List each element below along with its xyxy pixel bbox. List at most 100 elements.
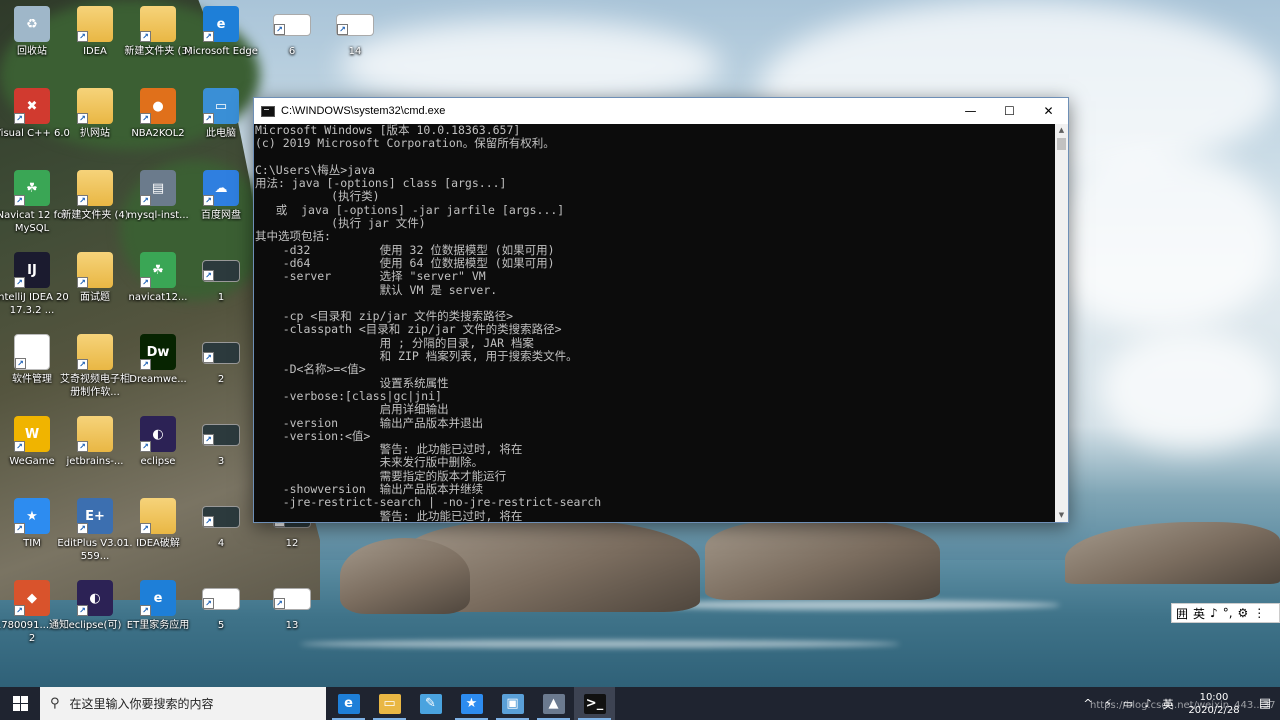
desktop-icon[interactable]: ↗ 13	[254, 580, 330, 632]
dreamweaver-icon: Dw ↗	[140, 334, 176, 370]
console-line: 用法: java [-options] class [args...]	[255, 176, 507, 191]
desktop-icon-label: Microsoft Edge	[184, 46, 258, 57]
maximize-button[interactable]: ☐	[990, 98, 1029, 124]
ime-settings-icon[interactable]: ⚙	[1238, 606, 1249, 620]
console-line: -d64 使用 64 位数据模型 (如果可用)	[255, 255, 555, 270]
desktop-icon[interactable]: ↗ 5	[183, 580, 259, 632]
wegame-icon: W ↗	[14, 416, 50, 452]
desktop-icon[interactable]: ↗ 14	[317, 6, 393, 58]
wallpaper-foam	[640, 600, 1060, 610]
ime-language-toggle[interactable]: 英	[1193, 605, 1205, 622]
eclipse-icon: ◐ ↗	[77, 580, 113, 616]
start-button[interactable]	[0, 687, 40, 720]
taskbar-app-notepad[interactable]: ✎	[410, 687, 451, 720]
console-line: (执行类)	[255, 189, 380, 204]
desktop-icon[interactable]: ▭ ↗ 此电脑	[183, 88, 259, 140]
shortcut-arrow-icon: ↗	[274, 598, 285, 609]
shortcut-arrow-icon: ↗	[77, 195, 88, 206]
ime-mode-icon[interactable]: 囲	[1176, 605, 1188, 622]
desktop-icon[interactable]: ↗ 3	[183, 416, 259, 468]
scrollbar-thumb[interactable]	[1057, 138, 1066, 150]
ime-more-icon[interactable]: ⋮	[1253, 606, 1265, 620]
image-thumbnail-icon: ↗	[202, 424, 240, 446]
tim-icon: ★	[460, 693, 483, 714]
ime-toolbar[interactable]: 囲 英 ♪ °, ⚙ ⋮	[1171, 603, 1280, 623]
cmd-window[interactable]: C:\WINDOWS\system32\cmd.exe — ☐ ✕ Micros…	[253, 97, 1069, 523]
cmd-icon: >_	[583, 693, 606, 714]
console-line: 需要指定的版本才能运行	[255, 468, 507, 483]
wallpaper-cloud	[1100, 330, 1280, 450]
windows-logo-icon	[12, 696, 28, 711]
close-button[interactable]: ✕	[1029, 98, 1068, 124]
scroll-up-arrow-icon[interactable]: ▲	[1055, 124, 1068, 137]
wallpaper-rock	[1065, 522, 1280, 584]
folder-icon: ↗	[140, 6, 176, 42]
console-line: C:\Users\梅丛>java	[255, 162, 375, 177]
console-line: -version 输出产品版本并退出	[255, 415, 484, 430]
console-line: -showversion 输出产品版本并继续	[255, 482, 484, 497]
eclipse-icon: ◐ ↗	[140, 416, 176, 452]
shortcut-arrow-icon: ↗	[14, 195, 25, 206]
ime-music-icon[interactable]: ♪	[1210, 606, 1218, 620]
edge-icon: e ↗	[203, 6, 239, 42]
taskbar-app-photos[interactable]: ▲	[533, 687, 574, 720]
console-output[interactable]: Microsoft Windows [版本 10.0.18363.657] (c)…	[254, 124, 1055, 522]
folder-icon: ↗	[140, 498, 176, 534]
shortcut-arrow-icon: ↗	[203, 113, 214, 124]
console-icon	[261, 105, 275, 117]
recycle-bin-icon: ♻	[14, 6, 50, 42]
desktop-icon[interactable]: ↗ 2	[183, 334, 259, 386]
console-line: 或 java [-options] -jar jarfile [args...]	[255, 202, 565, 217]
file-explorer-icon: ▭	[378, 693, 401, 714]
cmd-titlebar[interactable]: C:\WINDOWS\system32\cmd.exe — ☐ ✕	[254, 98, 1068, 124]
desktop-icon[interactable]: ↗ 1	[183, 252, 259, 304]
desktop-icon[interactable]: e ↗ Microsoft Edge	[183, 6, 259, 58]
shortcut-arrow-icon: ↗	[77, 113, 88, 124]
taskbar-app-remote-desktop[interactable]: ▣	[492, 687, 533, 720]
taskbar-app-edge[interactable]: e	[328, 687, 369, 720]
search-icon: ⚲	[50, 696, 60, 711]
taskbar-app-tim[interactable]: ★	[451, 687, 492, 720]
shortcut-arrow-icon: ↗	[203, 598, 214, 609]
window-controls: — ☐ ✕	[951, 98, 1068, 124]
desktop-icon[interactable]: ↗ 4	[183, 498, 259, 550]
taskbar: ⚲ 在这里输入你要搜索的内容 e ▭ ✎ ★ ▣ ▲ >_ ^ ⚡ ▭ ♪ 英 10:00 …	[0, 687, 1280, 720]
shortcut-arrow-icon: ↗	[140, 441, 151, 452]
console-line: -verbose:[class|gc|jni]	[255, 388, 442, 403]
wallpaper-rock	[340, 538, 470, 614]
taskbar-app-cmd[interactable]: >_	[574, 687, 615, 720]
console-line: 和 ZIP 档案列表, 用于搜索类文件。	[255, 349, 578, 364]
desktop-icon-label: 1	[217, 292, 225, 303]
scroll-down-arrow-icon[interactable]: ▼	[1055, 509, 1068, 522]
watermark-text: https://blog.csdn.net/weixin_443...37	[1090, 700, 1276, 711]
shortcut-arrow-icon: ↗	[203, 434, 214, 445]
desktop-icon[interactable]: ☁ ↗ 百度网盘	[183, 170, 259, 222]
remote-desktop-icon: ▣	[501, 693, 524, 714]
taskbar-search-box[interactable]: ⚲ 在这里输入你要搜索的内容	[40, 687, 326, 720]
edge-icon: e	[337, 693, 360, 714]
taskbar-app-file-explorer[interactable]: ▭	[369, 687, 410, 720]
edge-icon: e ↗	[140, 580, 176, 616]
console-line: -cp <目录和 zip/jar 文件的类搜索路径>	[255, 309, 514, 324]
shortcut-arrow-icon: ↗	[337, 24, 348, 35]
photos-icon: ▲	[542, 693, 565, 714]
console-line: 用 ; 分隔的目录, JAR 档案	[255, 335, 534, 350]
image-thumbnail-icon: ↗	[202, 506, 240, 528]
folder-icon: ↗	[77, 334, 113, 370]
folder-icon: ↗	[77, 170, 113, 206]
navicat-icon: ☘ ↗	[14, 170, 50, 206]
console-line: -jre-restrict-search | -no-jre-restrict-…	[255, 495, 602, 510]
shortcut-arrow-icon: ↗	[14, 277, 25, 288]
console-line: 默认 VM 是 server.	[255, 282, 498, 297]
minimize-button[interactable]: —	[951, 98, 990, 124]
ime-punctuation-toggle[interactable]: °,	[1223, 606, 1233, 620]
console-scrollbar[interactable]: ▲ ▼	[1055, 124, 1068, 522]
shortcut-arrow-icon: ↗	[203, 195, 214, 206]
installer-icon: ▤ ↗	[140, 170, 176, 206]
app-icon: ◆ ↗	[14, 580, 50, 616]
image-thumbnail-icon: ↗	[202, 588, 240, 610]
shortcut-arrow-icon: ↗	[14, 523, 25, 534]
shortcut-arrow-icon: ↗	[77, 441, 88, 452]
